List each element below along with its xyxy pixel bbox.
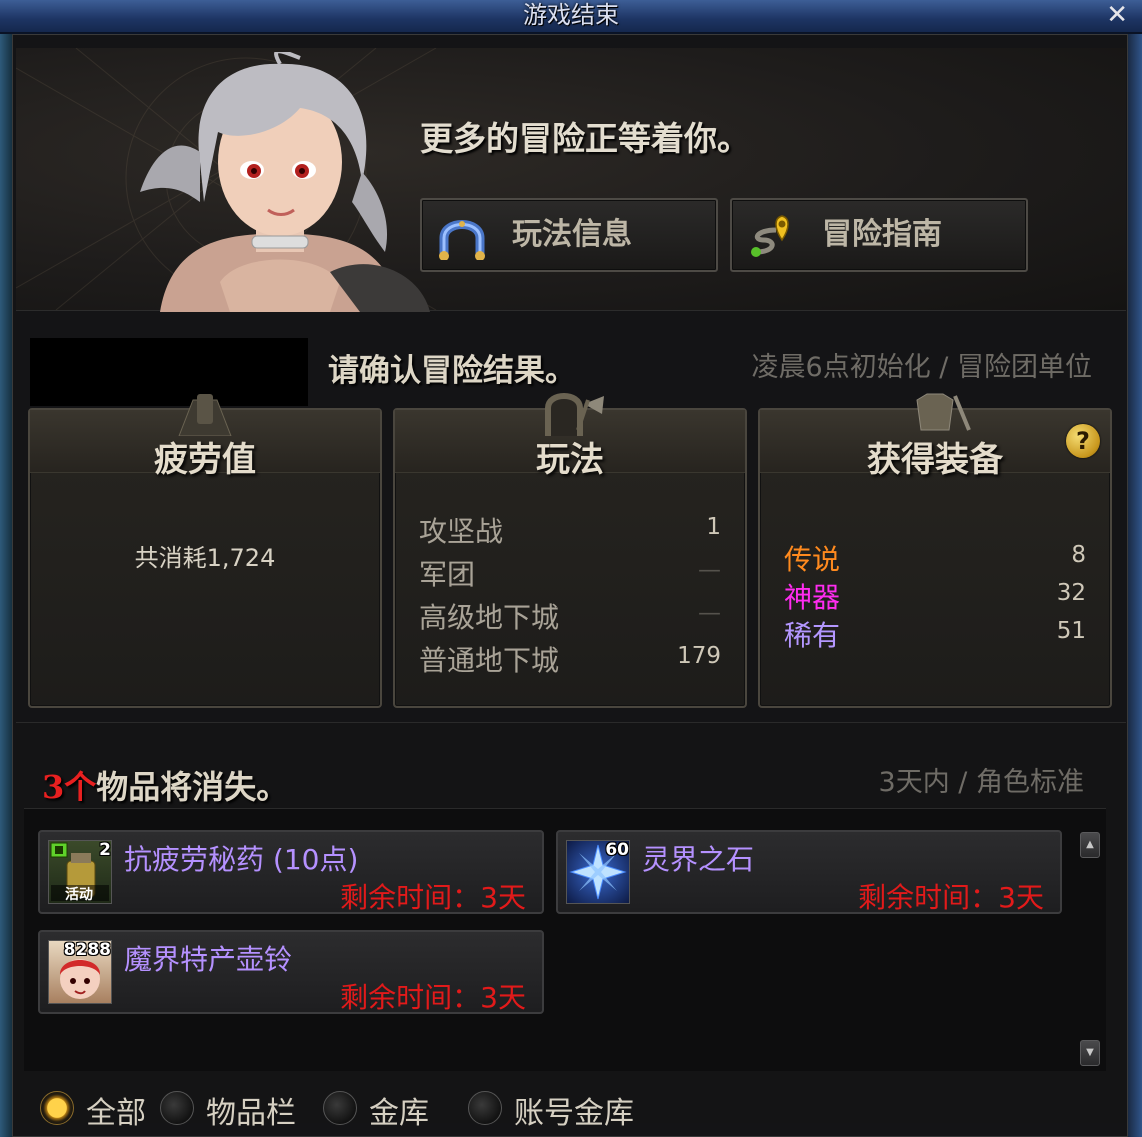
reset-info: 凌晨6点初始化 / 冒险团单位 bbox=[751, 352, 1092, 383]
gameplay-row: 高级地下城 — bbox=[419, 596, 721, 636]
gameplay-row-label: 高级地下城 bbox=[419, 601, 560, 634]
route-pin-icon bbox=[751, 215, 789, 257]
kettlebell-icon: 8288 bbox=[48, 940, 112, 1004]
storage-filter: 全部 物品栏 金库 账号金库 bbox=[40, 1086, 680, 1131]
scrollbar-track[interactable] bbox=[1080, 830, 1100, 1070]
equipment-row-label: 传说 bbox=[784, 543, 841, 576]
help-icon[interactable]: ? bbox=[1066, 424, 1100, 458]
equipment-row-value: 32 bbox=[1056, 580, 1086, 606]
crest-icon bbox=[178, 394, 232, 436]
svg-text:活动: 活动 bbox=[65, 886, 93, 903]
equipment-row: 传说 8 bbox=[784, 538, 1086, 578]
gameplay-row-value: 1 bbox=[706, 514, 721, 540]
radio-label: 账号金库 bbox=[514, 1096, 634, 1131]
fatigue-panel-title: 疲劳值 bbox=[154, 440, 256, 480]
right-edge bbox=[1128, 34, 1142, 1137]
gameplay-row-label: 攻坚战 bbox=[419, 515, 504, 548]
radio-unselected-icon bbox=[323, 1091, 357, 1125]
gameplay-row-label: 普通地下城 bbox=[419, 644, 560, 677]
item-badge: 8288 bbox=[63, 940, 111, 960]
radio-label: 金库 bbox=[369, 1096, 429, 1131]
gameplay-row-value: — bbox=[698, 600, 721, 626]
equipment-row-label: 神器 bbox=[784, 581, 841, 614]
equipment-panel: 获得装备 ? 传说 8 神器 32 稀有 51 bbox=[758, 393, 1112, 708]
gameplay-row-value: — bbox=[698, 557, 721, 583]
radio-label: 物品栏 bbox=[206, 1096, 296, 1131]
gameplay-info-button[interactable]: 玩法信息 bbox=[420, 198, 718, 272]
equipment-panel-title: 获得装备 bbox=[867, 440, 1003, 480]
item-time-left: 剩余时间：3天 bbox=[340, 881, 526, 914]
item-name: 魔界特产壶铃 bbox=[124, 943, 293, 976]
item-name: 灵界之石 bbox=[642, 843, 755, 876]
list-item[interactable]: 8288 魔界特产壶铃 剩余时间：3天 bbox=[38, 930, 544, 1014]
gameplay-row: 攻坚战 1 bbox=[419, 510, 721, 550]
radio-unselected-icon bbox=[468, 1091, 502, 1125]
item-badge: 60 bbox=[605, 840, 629, 860]
item-name: 抗疲劳秘药 (10点) bbox=[124, 843, 359, 876]
horseshoe-icon bbox=[439, 220, 485, 260]
item-time-left: 剩余时间：3天 bbox=[340, 981, 526, 1014]
equipment-row: 稀有 51 bbox=[784, 614, 1086, 654]
equipment-row-value: 8 bbox=[1071, 542, 1086, 568]
window-title: 游戏结束 bbox=[523, 1, 619, 29]
item-badge: 2 bbox=[99, 840, 111, 860]
results-title: 请确认冒险结果。 bbox=[328, 353, 576, 389]
close-icon[interactable]: ✕ bbox=[1106, 0, 1128, 32]
disappearing-info: 3天内 / 角色标准 bbox=[878, 767, 1084, 798]
equipment-row-label: 稀有 bbox=[784, 619, 841, 652]
window-titlebar: 游戏结束 ✕ bbox=[0, 0, 1142, 34]
gameplay-row: 普通地下城 179 bbox=[419, 639, 721, 679]
gameplay-row: 军团 — bbox=[419, 553, 721, 593]
list-item[interactable]: 60 灵界之石 剩余时间：3天 bbox=[556, 830, 1062, 914]
list-item[interactable]: 活动 2 抗疲劳秘药 (10点) 剩余时间：3天 bbox=[38, 830, 544, 914]
gameplay-panel-title: 玩法 bbox=[536, 440, 604, 480]
equipment-row: 神器 32 bbox=[784, 576, 1086, 616]
gameplay-panel: 玩法 攻坚战 1 军团 — 高级地下城 — 普通地下城 179 bbox=[393, 393, 747, 708]
gameplay-info-label: 玩法信息 bbox=[512, 217, 632, 252]
disappearing-title: 3个物品将消失。 bbox=[42, 762, 288, 808]
armor-icon bbox=[916, 393, 971, 431]
radio-unselected-icon bbox=[160, 1091, 194, 1125]
banner-message: 更多的冒险正等着你。 bbox=[420, 119, 750, 158]
gameplay-row-value: 179 bbox=[677, 643, 721, 669]
radio-label: 全部 bbox=[86, 1096, 146, 1131]
scroll-down-icon[interactable]: ▼ bbox=[1080, 1040, 1100, 1066]
equipment-row-value: 51 bbox=[1056, 618, 1086, 644]
left-edge bbox=[0, 34, 12, 1137]
crystal-icon: 60 bbox=[566, 840, 630, 904]
scroll-up-icon[interactable]: ▲ bbox=[1080, 832, 1100, 858]
disappearing-count: 3个 bbox=[42, 768, 97, 806]
fatigue-panel: 疲劳值 共消耗1,724 bbox=[28, 394, 382, 708]
item-time-left: 剩余时间：3天 bbox=[858, 881, 1044, 914]
gameplay-row-label: 军团 bbox=[419, 558, 476, 591]
adventure-guide-button[interactable]: 冒险指南 bbox=[730, 198, 1028, 272]
radio-selected-icon bbox=[40, 1091, 74, 1125]
npc-portrait bbox=[140, 52, 430, 312]
adventure-guide-label: 冒险指南 bbox=[822, 217, 942, 252]
disappearing-title-text: 物品将消失。 bbox=[96, 768, 289, 806]
gate-axe-icon bbox=[545, 393, 604, 436]
fatigue-consumed: 共消耗1,724 bbox=[134, 544, 276, 572]
potion-icon: 活动 2 bbox=[48, 840, 112, 904]
